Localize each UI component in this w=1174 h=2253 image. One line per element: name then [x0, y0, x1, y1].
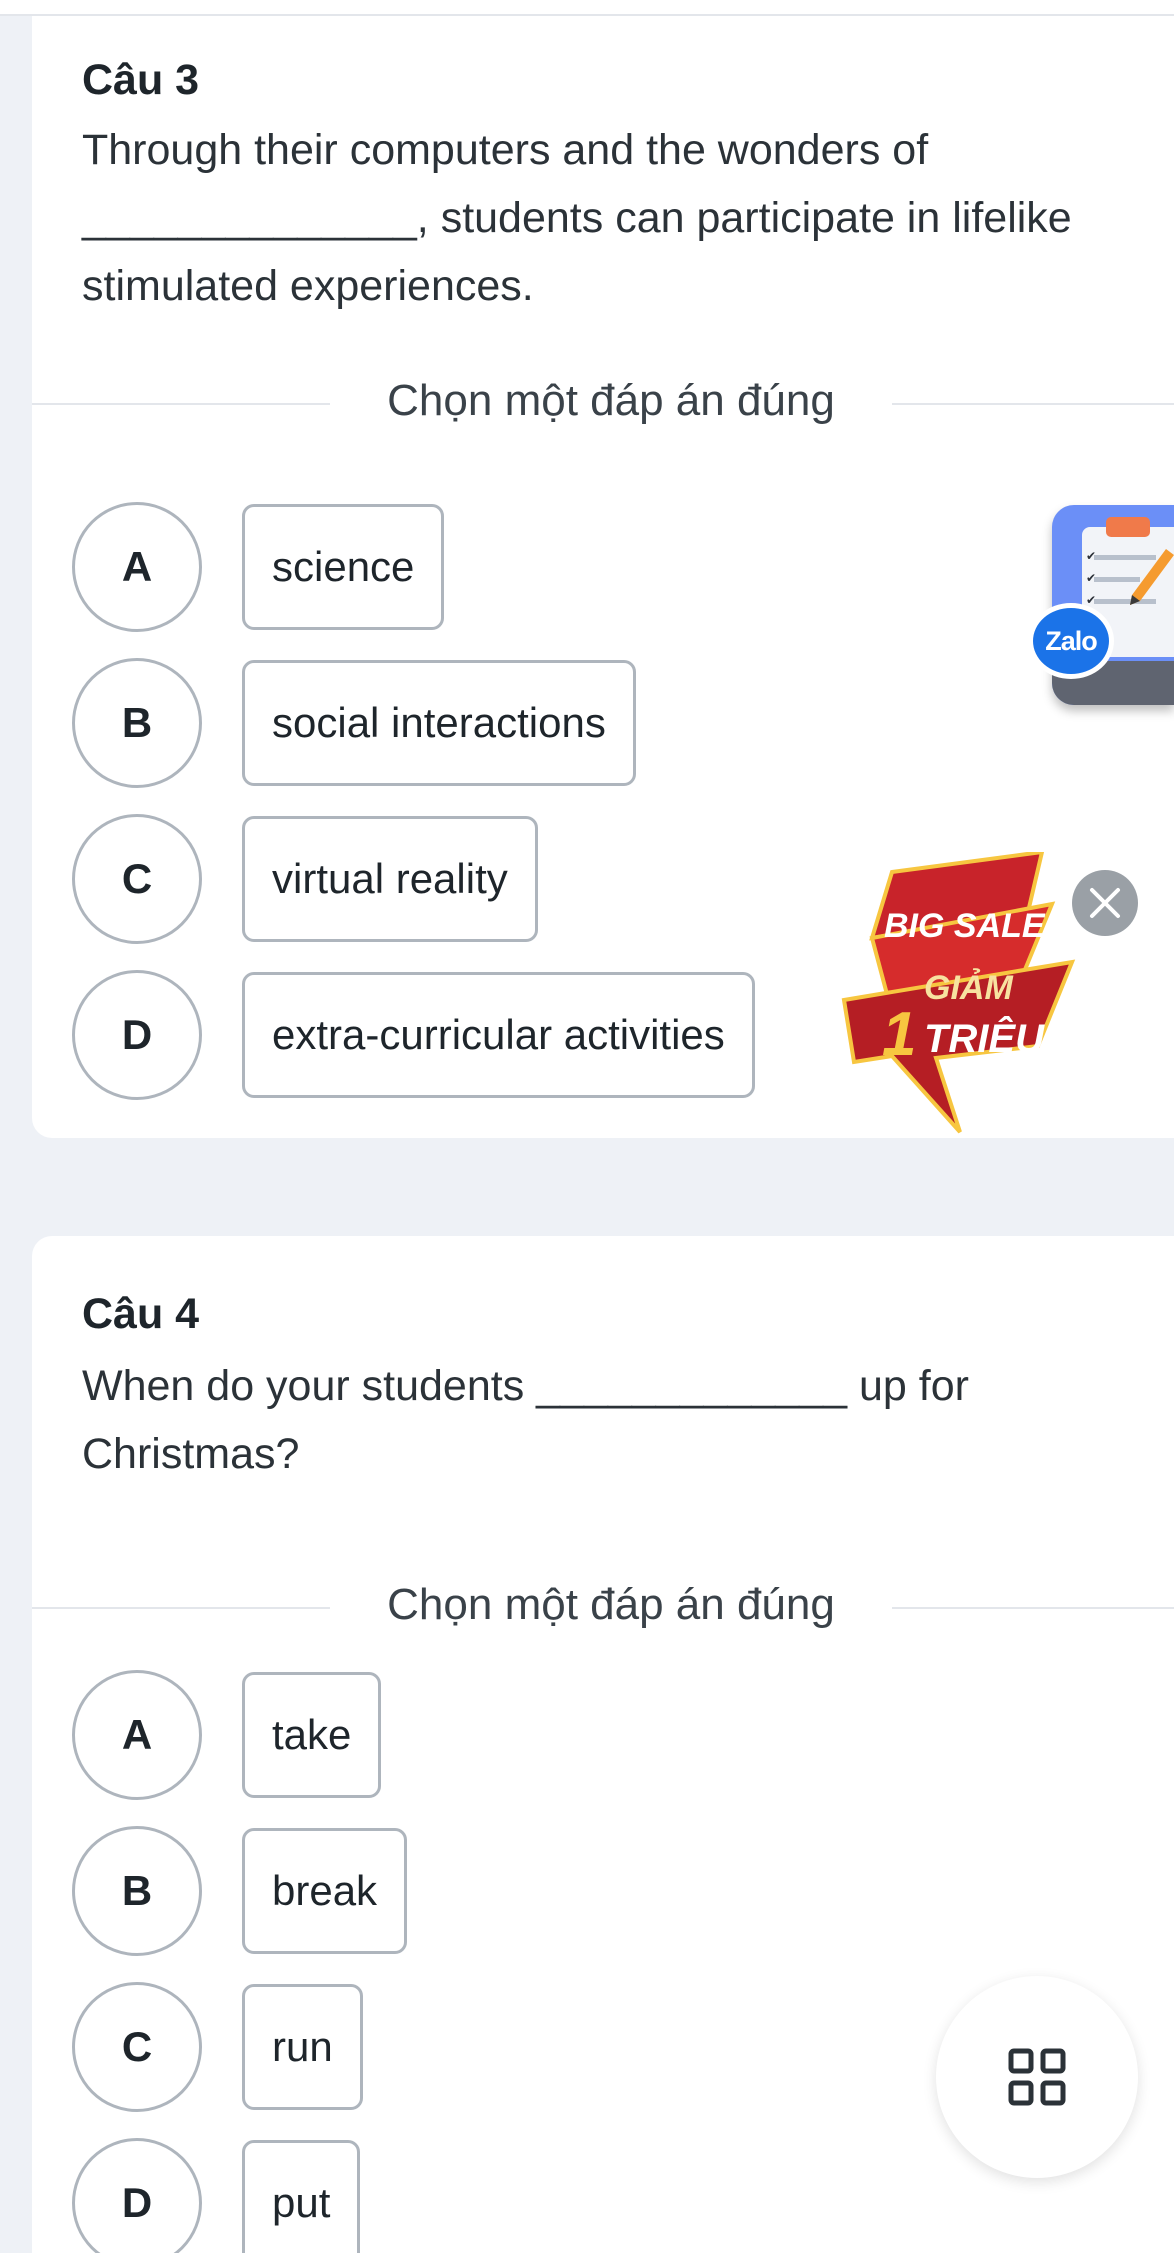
- option-answer[interactable]: science: [242, 504, 445, 630]
- question-grid-button[interactable]: [936, 1976, 1138, 2178]
- question-title: Câu 3: [82, 56, 200, 104]
- divider-line-right: [892, 403, 1174, 405]
- zalo-badge[interactable]: Zalo: [1028, 603, 1114, 679]
- grid-menu-icon: [1008, 2048, 1066, 2106]
- option-answer[interactable]: take: [242, 1672, 382, 1798]
- sale-line2: GIẢM: [924, 969, 1013, 1007]
- question-text-line: stimulated experiences.: [82, 262, 534, 310]
- option-answer[interactable]: run: [242, 1984, 363, 2110]
- option-letter[interactable]: D: [72, 2138, 202, 2253]
- close-icon[interactable]: [1072, 870, 1138, 936]
- option-letter[interactable]: A: [72, 1670, 202, 1800]
- clipboard-clip: [1106, 517, 1150, 537]
- question-title: Câu 4: [82, 1290, 200, 1338]
- option-answer[interactable]: break: [242, 1828, 408, 1954]
- pencil-icon: [1130, 549, 1174, 605]
- option-answer[interactable]: social interactions: [242, 660, 636, 786]
- question-text-line: Through their computers and the wonders …: [82, 126, 929, 174]
- option-answer[interactable]: extra-curricular activities: [242, 972, 755, 1098]
- option-letter[interactable]: B: [72, 1826, 202, 1956]
- divider-line-right: [892, 1607, 1174, 1609]
- option-answer[interactable]: put: [242, 2140, 361, 2253]
- instruction-label: Chọn một đáp án đúng: [387, 1580, 835, 1629]
- question-text: When do your students _____________ up f…: [82, 1352, 1122, 1488]
- option-answer[interactable]: virtual reality: [242, 816, 538, 942]
- close-x-glyph: [1090, 888, 1120, 918]
- big-sale-banner[interactable]: BIG SALE GIẢM 1 TRIỆU: [832, 852, 1142, 1138]
- option-letter[interactable]: C: [72, 1982, 202, 2112]
- option-letter[interactable]: C: [72, 814, 202, 944]
- instruction-divider: Chọn một đáp án đúng: [32, 368, 1174, 438]
- option-letter[interactable]: D: [72, 970, 202, 1100]
- instruction-divider: Chọn một đáp án đúng: [32, 1572, 1174, 1642]
- question-text-line: When do your students _____________ up f…: [82, 1362, 969, 1410]
- top-edge: [0, 0, 1174, 16]
- question-text-line: Christmas?: [82, 1430, 300, 1478]
- sale-line1: BIG SALE: [884, 907, 1046, 945]
- instruction-label: Chọn một đáp án đúng: [387, 376, 835, 425]
- quiz-page: Câu 3 Through their computers and the wo…: [0, 0, 1174, 2253]
- question-text-line: ______________, students can participate…: [82, 194, 1072, 242]
- option-letter[interactable]: A: [72, 502, 202, 632]
- zalo-quiz-widget[interactable]: ✔ ✔ ✔ Zalo: [1028, 505, 1174, 711]
- sale-badge-graphic: BIG SALE GIẢM 1 TRIỆU: [841, 852, 1076, 1134]
- question-text: Through their computers and the wonders …: [82, 116, 1122, 320]
- divider-line-left: [32, 403, 330, 405]
- sale-line3: TRIỆU: [924, 1015, 1045, 1061]
- option-letter[interactable]: B: [72, 658, 202, 788]
- divider-line-left: [32, 1607, 330, 1609]
- sale-number: 1: [882, 1000, 916, 1069]
